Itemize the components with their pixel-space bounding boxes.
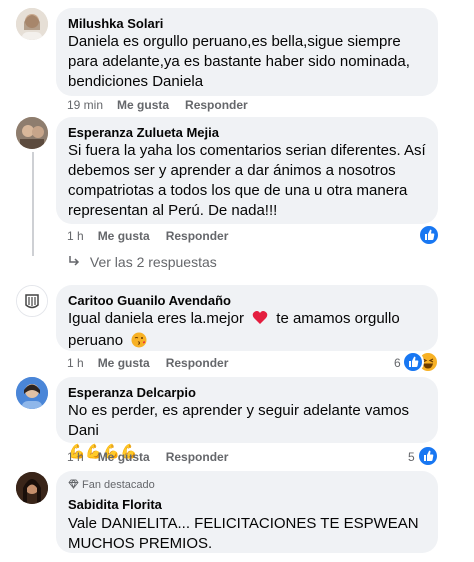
comment-bubble: Esperanza Zulueta Mejia Si fuera la yaha… bbox=[56, 117, 438, 224]
comment-text: No es perder, es aprender y seguir adela… bbox=[68, 402, 410, 439]
comment-author[interactable]: Caritoo Guanilo Avendaño bbox=[68, 292, 426, 309]
reaction-count[interactable]: 6 bbox=[394, 355, 401, 371]
reply-button[interactable]: Responder bbox=[166, 449, 229, 465]
heart-emoji-icon bbox=[252, 310, 268, 331]
comment-author[interactable]: Sabidita Florita bbox=[68, 496, 426, 513]
like-button[interactable]: Me gusta bbox=[98, 228, 150, 244]
fan-badge: Fan destacado bbox=[68, 478, 426, 493]
comment-text: Daniela es orgullo peruano,es bella,sigu… bbox=[68, 33, 410, 90]
comment-author[interactable]: Esperanza Delcarpio bbox=[68, 384, 426, 401]
like-button[interactable]: Me gusta bbox=[117, 97, 169, 113]
comment-text: Vale DANIELITA... FELICITACIONES TE ESPW… bbox=[68, 515, 419, 552]
comment-time[interactable]: 1 h bbox=[67, 355, 84, 371]
reply-button[interactable]: Responder bbox=[166, 355, 229, 371]
reply-arrow-icon bbox=[68, 254, 82, 270]
like-reaction-icon[interactable] bbox=[417, 445, 439, 467]
comment-actions: 1 h Me gusta Responder bbox=[67, 449, 228, 465]
like-button[interactable]: Me gusta bbox=[98, 449, 150, 465]
comment-actions: 1 h Me gusta Responder bbox=[67, 355, 228, 371]
like-reaction-icon[interactable] bbox=[402, 351, 424, 373]
fan-badge-label: Fan destacado bbox=[82, 479, 155, 491]
comment-actions: 1 h Me gusta Responder bbox=[67, 228, 228, 244]
comment-text: Igual daniela eres la.mejor te amamos or… bbox=[68, 309, 426, 354]
comment-time[interactable]: 1 h bbox=[67, 228, 84, 244]
comment-author[interactable]: Milushka Solari bbox=[68, 15, 426, 32]
comment-bubble: Esperanza Delcarpio No es perder, es apr… bbox=[56, 377, 438, 459]
diamond-icon bbox=[68, 479, 79, 493]
reply-button[interactable]: Responder bbox=[166, 228, 229, 244]
view-replies-label[interactable]: Ver las 2 respuestas bbox=[90, 254, 217, 270]
comment-bubble: Milushka Solari Daniela es orgullo perua… bbox=[56, 8, 438, 96]
avatar[interactable] bbox=[16, 472, 48, 504]
avatar[interactable] bbox=[16, 377, 48, 409]
reply-button[interactable]: Responder bbox=[185, 97, 248, 113]
like-reaction-icon[interactable] bbox=[418, 224, 440, 246]
comment-bubble: Caritoo Guanilo Avendaño Igual daniela e… bbox=[56, 285, 438, 351]
comment-text-part: Igual daniela eres la.mejor bbox=[68, 310, 244, 327]
comment-bubble: Fan destacado Sabidita Florita Vale DANI… bbox=[56, 471, 438, 553]
comment-time[interactable]: 19 min bbox=[67, 97, 103, 113]
kiss-emoji-icon bbox=[131, 332, 147, 354]
comment-time[interactable]: 1 h bbox=[67, 449, 84, 465]
reaction-count[interactable]: 5 bbox=[408, 449, 415, 465]
comment-actions: 19 min Me gusta Responder bbox=[67, 97, 248, 113]
comment-text: Si fuera la yaha los comentarios serian … bbox=[68, 142, 426, 219]
like-button[interactable]: Me gusta bbox=[98, 355, 150, 371]
view-replies-link[interactable]: Ver las 2 respuestas bbox=[68, 254, 217, 270]
avatar[interactable] bbox=[16, 117, 48, 149]
comment-author[interactable]: Esperanza Zulueta Mejia bbox=[68, 124, 426, 141]
avatar[interactable] bbox=[16, 8, 48, 40]
reply-thread-line bbox=[32, 152, 34, 256]
avatar[interactable] bbox=[16, 285, 48, 317]
